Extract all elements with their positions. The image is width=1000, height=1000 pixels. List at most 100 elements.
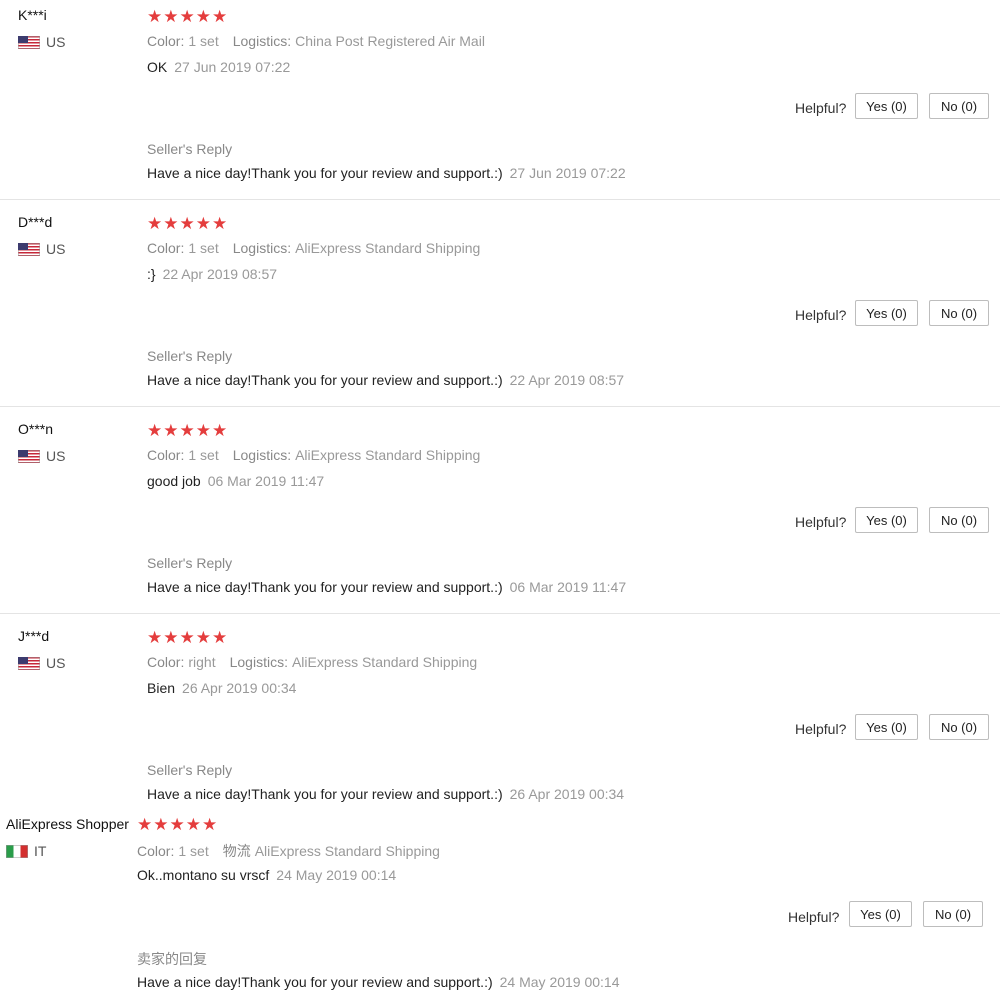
seller-reply-text: Have a nice day!Thank you for your revie… xyxy=(137,974,493,990)
feedback-text: :} xyxy=(147,266,156,282)
helpful-label: Helpful? xyxy=(795,514,847,530)
seller-reply-text: Have a nice day!Thank you for your revie… xyxy=(147,165,503,181)
us-flag-icon xyxy=(18,35,40,49)
seller-reply-text: Have a nice day!Thank you for your revie… xyxy=(147,786,503,802)
helpful-label: Helpful? xyxy=(795,307,847,323)
feedback: Bien 26 Apr 2019 00:34 xyxy=(147,680,296,696)
logistics-label: 物流 xyxy=(222,843,251,859)
star-rating: ★★★★★ xyxy=(147,7,229,26)
seller-reply-text: Have a nice day!Thank you for your revie… xyxy=(147,579,503,595)
feedback-date: 26 Apr 2019 00:34 xyxy=(182,680,297,696)
seller-reply-title: 卖家的回复 xyxy=(137,951,207,967)
order-info: Color: 1 set Logistics: AliExpress Standard… xyxy=(147,447,494,463)
seller-reply-date: 27 Jun 2019 07:22 xyxy=(509,165,626,181)
helpful-label: Helpful? xyxy=(795,100,847,116)
feedback-text: good job xyxy=(147,473,201,489)
review-item: AliExpress Shopper IT ★★★★★ Color: 1 set 物… xyxy=(0,810,1000,1000)
color-value: 1 set xyxy=(188,240,219,256)
helpful-yes-button[interactable]: Yes (0) xyxy=(855,300,918,326)
country-code: US xyxy=(46,241,66,257)
review-item: O***n US ★★★★★ Color: 1 set Logistics: AliE… xyxy=(0,407,1000,614)
seller-reply-date: 06 Mar 2019 11:47 xyxy=(509,579,627,595)
helpful-no-button[interactable]: No (0) xyxy=(929,300,989,326)
seller-reply-title: Seller's Reply xyxy=(147,762,233,778)
seller-reply: Have a nice day!Thank you for your revie… xyxy=(137,974,620,990)
order-info: Color: 1 set 物流 AliExpress Standard Shippin… xyxy=(137,841,454,861)
country-code: US xyxy=(46,655,66,671)
review-item: K***i US ★★★★★ Color: 1 set Logistics: Chin… xyxy=(0,0,1000,200)
italy-flag-icon xyxy=(6,844,28,858)
seller-reply-title: Seller's Reply xyxy=(147,555,233,571)
logistics-label: Logistics: xyxy=(229,654,288,670)
order-info: Color: 1 set Logistics: China Post Register… xyxy=(147,33,499,49)
helpful-no-button[interactable]: No (0) xyxy=(923,901,983,927)
star-rating: ★★★★★ xyxy=(147,421,229,440)
star-rating: ★★★★★ xyxy=(137,815,219,834)
helpful-no-button[interactable]: No (0) xyxy=(929,714,989,740)
reviewer-country: US xyxy=(18,241,65,257)
color-value: 1 set xyxy=(188,447,219,463)
reviewer-country: IT xyxy=(6,843,46,859)
seller-reply: Have a nice day!Thank you for your revie… xyxy=(147,579,626,595)
seller-reply-date: 26 Apr 2019 00:34 xyxy=(509,786,625,802)
review-item: D***d US ★★★★★ Color: 1 set Logistics: AliE… xyxy=(0,200,1000,407)
color-label: Color: xyxy=(147,33,185,49)
seller-reply-title: Seller's Reply xyxy=(147,348,233,364)
order-info: Color: right Logistics: AliExpress Standard… xyxy=(147,654,491,670)
helpful-yes-button[interactable]: Yes (0) xyxy=(855,507,918,533)
country-code: US xyxy=(46,34,66,50)
color-label: Color: xyxy=(147,654,185,670)
reviewer-name: O***n xyxy=(18,421,54,437)
color-label: Color: xyxy=(147,240,185,256)
reviewer-name: J***d xyxy=(18,628,50,644)
us-flag-icon xyxy=(18,656,40,670)
helpful-yes-button[interactable]: Yes (0) xyxy=(855,714,918,740)
feedback-date: 27 Jun 2019 07:22 xyxy=(174,59,291,75)
reviewer-name: K***i xyxy=(18,7,47,23)
reviewer-name: D***d xyxy=(18,214,53,230)
star-rating: ★★★★★ xyxy=(147,214,229,233)
color-label: Color: xyxy=(137,843,175,859)
helpful-label: Helpful? xyxy=(788,909,840,925)
feedback-text: Bien xyxy=(147,680,176,696)
helpful-yes-button[interactable]: Yes (0) xyxy=(855,93,918,119)
us-flag-icon xyxy=(18,242,40,256)
seller-reply-date: 22 Apr 2019 08:57 xyxy=(509,372,625,388)
country-code: US xyxy=(46,448,66,464)
color-value: 1 set xyxy=(178,843,209,859)
color-value: 1 set xyxy=(188,33,219,49)
star-rating: ★★★★★ xyxy=(147,628,229,647)
logistics-label: Logistics: xyxy=(232,447,292,463)
feedback-text: Ok..montano su vrscf xyxy=(137,867,270,883)
logistics-value: AliExpress Standard Shipping xyxy=(254,843,440,859)
helpful-label: Helpful? xyxy=(795,721,847,737)
logistics-value: AliExpress Standard Shipping xyxy=(295,447,481,463)
us-flag-icon xyxy=(18,449,40,463)
color-label: Color: xyxy=(147,447,185,463)
reviewer-country: US xyxy=(18,448,65,464)
seller-reply: Have a nice day!Thank you for your revie… xyxy=(147,786,624,802)
feedback-date: 24 May 2019 00:14 xyxy=(276,867,397,883)
seller-reply-date: 24 May 2019 00:14 xyxy=(499,974,620,990)
feedback-date: 06 Mar 2019 11:47 xyxy=(207,473,325,489)
seller-reply: Have a nice day!Thank you for your revie… xyxy=(147,372,624,388)
helpful-no-button[interactable]: No (0) xyxy=(929,93,989,119)
logistics-label: Logistics: xyxy=(232,240,292,256)
logistics-value: AliExpress Standard Shipping xyxy=(291,654,478,670)
seller-reply-title: Seller's Reply xyxy=(147,141,233,157)
reviewer-country: US xyxy=(18,655,65,671)
feedback: OK 27 Jun 2019 07:22 xyxy=(147,59,290,75)
logistics-value: AliExpress Standard Shipping xyxy=(295,240,481,256)
country-code: IT xyxy=(34,843,47,859)
seller-reply: Have a nice day!Thank you for your revie… xyxy=(147,165,626,181)
helpful-yes-button[interactable]: Yes (0) xyxy=(849,901,912,927)
logistics-label: Logistics: xyxy=(232,33,292,49)
color-value: right xyxy=(188,654,216,670)
review-item: J***d US ★★★★★ Color: right Logistics: AliE… xyxy=(0,614,1000,810)
feedback-text: OK xyxy=(147,59,168,75)
feedback: good job 06 Mar 2019 11:47 xyxy=(147,473,324,489)
logistics-value: China Post Registered Air Mail xyxy=(295,33,485,49)
helpful-no-button[interactable]: No (0) xyxy=(929,507,989,533)
feedback: :} 22 Apr 2019 08:57 xyxy=(147,266,277,282)
feedback: Ok..montano su vrscf 24 May 2019 00:14 xyxy=(137,867,396,883)
